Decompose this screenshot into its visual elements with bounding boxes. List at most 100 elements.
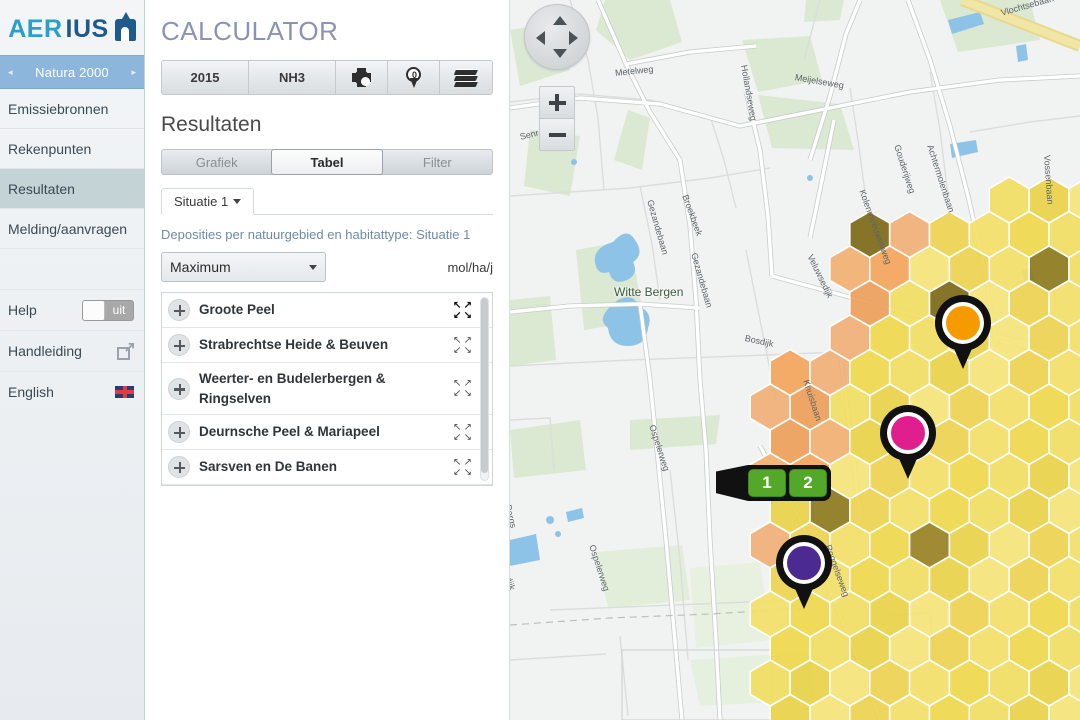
expand-row-button[interactable] [168,377,190,400]
expand-row-button[interactable] [168,421,190,444]
callout-pointer [716,465,748,501]
sidebar-item-rekenpunten[interactable]: Rekenpunten [0,129,144,169]
list-item[interactable]: Sarsven en De Banen ↖ ↗ ↙ ↘ [162,450,492,486]
results-description: Deposities per natuurgebied en habitatty… [161,227,471,242]
tab-label: Filter [422,154,452,170]
pan-down-icon[interactable] [553,49,567,58]
aggregation-value: Maximum [170,259,231,275]
aggregation-select[interactable]: Maximum [161,252,326,282]
unit-label: mol/ha/j [447,259,493,275]
minus-icon [548,132,566,137]
expand-icon[interactable]: ↖ ↗ ↙ ↘ [453,379,472,399]
expand-row-button[interactable] [168,456,190,479]
aggregation-row: Maximum mol/ha/j [161,252,493,282]
place-label: Witte Bergen [614,285,684,299]
chevron-down-icon[interactable] [233,199,242,204]
expand-icon[interactable]: ↖ ↗ ↙ ↘ [453,422,472,442]
toolbar-location-button[interactable]: 0 [388,61,440,94]
toolbar-year-label: 2015 [190,70,220,85]
context-label: Natura 2000 [35,64,109,80]
expand-icon[interactable]: ↖ ↗ ↙ ↘ [453,335,472,355]
list-item[interactable]: Deurnsche Peel & Mariapeel ↖ ↗ ↙ ↘ [162,415,492,451]
calculator-panel: CALCULATOR 2015 NH3 0 Resultaten Grafiek… [145,0,510,720]
toggle-knob [83,300,105,320]
arrow-up-right-glyph [125,342,134,352]
marker-orange[interactable] [935,295,991,369]
context-selector-natura2000[interactable]: ◂ Natura 2000 ▸ [0,55,144,89]
toolbar-layers-button[interactable] [440,61,492,94]
toolbar-settings-button[interactable] [336,61,388,94]
aerius-logo: AER IUS [0,0,144,55]
map-view[interactable]: Metelweg Meijelseweg Gezandebaan Gezandebaa… [510,0,1080,720]
pan-right-icon[interactable] [569,31,578,45]
help-toggle[interactable]: uit [82,299,134,321]
marker-pink[interactable] [880,405,936,479]
sidebar-item-label: Resultaten [8,180,75,197]
marker-purple[interactable] [776,535,832,609]
list-item[interactable]: Strabrechtse Heide & Beuven ↖ ↗ ↙ ↘ [162,328,492,363]
english-label: English [8,384,54,400]
sidebar-item-emissiebronnen[interactable]: Emissiebronnen [0,89,144,129]
toggle-state-label: uit [112,303,126,317]
sidebar-nav: Emissiebronnen Rekenpunten Resultaten Me… [0,89,144,249]
list-item-label: Weerter- en Budelerbergen & Ringselven [199,371,386,406]
sidebar: AER IUS ◂ Natura 2000 ▸ Emissiebronnen Re… [0,0,145,720]
tab-grafiek[interactable]: Grafiek [162,150,271,174]
zoom-out-button[interactable] [539,118,575,151]
list-scrollbar[interactable] [480,297,489,482]
chevron-right-icon[interactable]: ▸ [131,67,136,78]
sidebar-item-handleiding[interactable]: Handleiding [0,330,144,371]
application-root: AER IUS ◂ Natura 2000 ▸ Emissiebronnen Re… [0,0,1080,720]
handleiding-label: Handleiding [8,343,82,359]
nature-areas-list: Groote Peel ↖ ↗ ↙ ↘ Strabrechtse Heide & Be… [161,292,493,487]
situation-tab-row: Situatie 1 [161,185,493,215]
section-title: Resultaten [161,113,262,136]
list-item[interactable]: Groote Peel ↖ ↗ ↙ ↘ [162,293,492,328]
zoom-in-button[interactable] [539,86,575,119]
tab-filter[interactable]: Filter [383,150,492,174]
list-item-label: Groote Peel [199,302,275,318]
list-item-label: Sarsven en De Banen [199,459,338,475]
sidebar-item-melding-aanvragen[interactable]: Melding/aanvragen [0,209,144,249]
external-link-icon[interactable] [117,342,134,360]
expand-row-button[interactable] [168,299,190,321]
help-label: Help [8,302,37,318]
sidebar-item-label: Rekenpunten [8,140,92,157]
tab-situatie-1[interactable]: Situatie 1 [161,188,255,215]
situation-tab-label: Situatie 1 [174,194,229,209]
sidebar-bottom-section: Help uit Handleiding English [0,289,144,412]
sidebar-item-label: Melding/aanvragen [8,220,128,237]
map-canvas [510,0,1080,720]
gear-icon [352,68,371,87]
toolbar-substance-label: NH3 [278,70,305,85]
scrollbar-thumb[interactable] [481,298,488,473]
toolbar-year-button[interactable]: 2015 [162,61,249,94]
tab-label: Tabel [310,154,344,170]
chevron-down-icon[interactable] [309,264,317,270]
map-callout[interactable]: 1 2 [716,465,831,501]
logo-text-ius: IUS [65,15,109,43]
sidebar-item-help[interactable]: Help uit [0,289,144,330]
map-pan-control[interactable] [524,4,590,70]
plus-icon [548,94,566,111]
expand-icon[interactable]: ↖ ↗ ↙ ↘ [453,457,472,477]
pan-left-icon[interactable] [536,31,545,45]
expand-selected-icon[interactable]: ↖ ↗ ↙ ↘ [453,300,472,320]
uk-flag-icon[interactable] [115,386,134,398]
toolbar-substance-button[interactable]: NH3 [249,61,336,94]
callout-badge-2[interactable]: 2 [789,469,827,497]
calculator-toolbar: 2015 NH3 0 [161,60,493,95]
page-title: CALCULATOR [161,16,339,46]
sidebar-item-english[interactable]: English [0,371,144,412]
logo-text-aer: AER [8,15,63,43]
sidebar-item-label: Emissiebronnen [8,100,109,117]
map-pin-icon: 0 [406,67,421,88]
callout-badge-1[interactable]: 1 [748,469,786,497]
tab-tabel[interactable]: Tabel [271,149,383,175]
house-icon [114,11,136,41]
results-view-tabs: Grafiek Tabel Filter [161,149,493,175]
expand-row-button[interactable] [168,334,190,356]
list-item[interactable]: Weerter- en Budelerbergen & Ringselven ↖… [162,363,492,416]
pan-up-icon[interactable] [553,16,567,25]
sidebar-item-resultaten[interactable]: Resultaten [0,169,144,209]
